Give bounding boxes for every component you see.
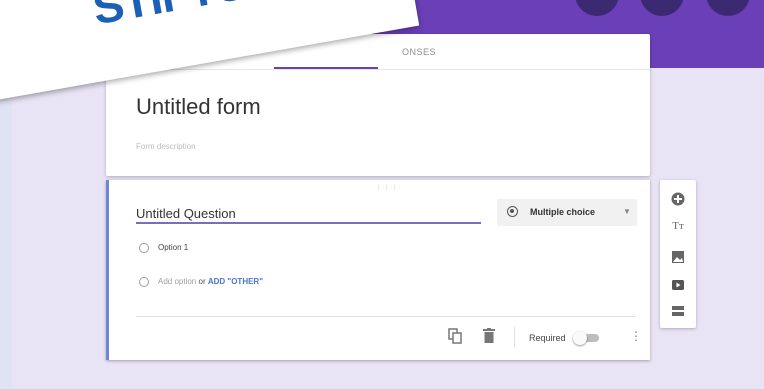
required-toggle-knob[interactable] xyxy=(573,331,587,345)
title-text-icon[interactable]: Tт xyxy=(671,220,685,234)
or-text: or xyxy=(198,277,206,286)
chevron-down-icon: ▼ xyxy=(623,207,631,216)
side-toolbar: Tт xyxy=(660,180,696,328)
question-title-input[interactable]: Untitled Question xyxy=(136,206,236,221)
add-option-radio-icon xyxy=(139,277,149,287)
question-card[interactable]: ⋮⋮⋮ Untitled Question Multiple choice ▼ … xyxy=(106,180,650,360)
duplicate-icon[interactable] xyxy=(448,328,462,344)
question-footer-divider xyxy=(136,316,636,317)
required-label: Required xyxy=(529,333,566,343)
section-icon[interactable] xyxy=(671,304,685,318)
more-vert-icon[interactable]: ⋮ xyxy=(630,330,642,342)
banner-logo-text: STIFTUNG xyxy=(89,0,317,35)
radio-checked-icon xyxy=(507,206,518,217)
drag-handle-icon[interactable]: ⋮⋮⋮ xyxy=(375,184,399,192)
form-title[interactable]: Untitled form xyxy=(136,94,261,120)
form-description-field[interactable]: Form description xyxy=(136,142,196,151)
active-tab-indicator xyxy=(274,67,378,69)
image-icon[interactable] xyxy=(671,250,685,264)
add-question-icon[interactable] xyxy=(671,192,685,206)
add-option-input[interactable]: Add option xyxy=(158,277,196,286)
question-title-underline xyxy=(136,222,481,224)
question-type-label: Multiple choice xyxy=(530,207,596,217)
footer-separator xyxy=(514,327,515,347)
option-1-input[interactable]: Option 1 xyxy=(158,243,188,252)
tab-responses[interactable]: ONSES xyxy=(402,47,436,57)
delete-icon[interactable] xyxy=(483,328,495,343)
tab-divider xyxy=(106,69,650,70)
add-other-link[interactable]: ADD "OTHER" xyxy=(208,277,263,286)
option-radio-icon xyxy=(139,243,149,253)
video-icon[interactable] xyxy=(671,278,685,292)
question-type-dropdown[interactable]: Multiple choice ▼ xyxy=(497,199,637,226)
add-option-row: Add option or ADD "OTHER" xyxy=(158,277,263,286)
